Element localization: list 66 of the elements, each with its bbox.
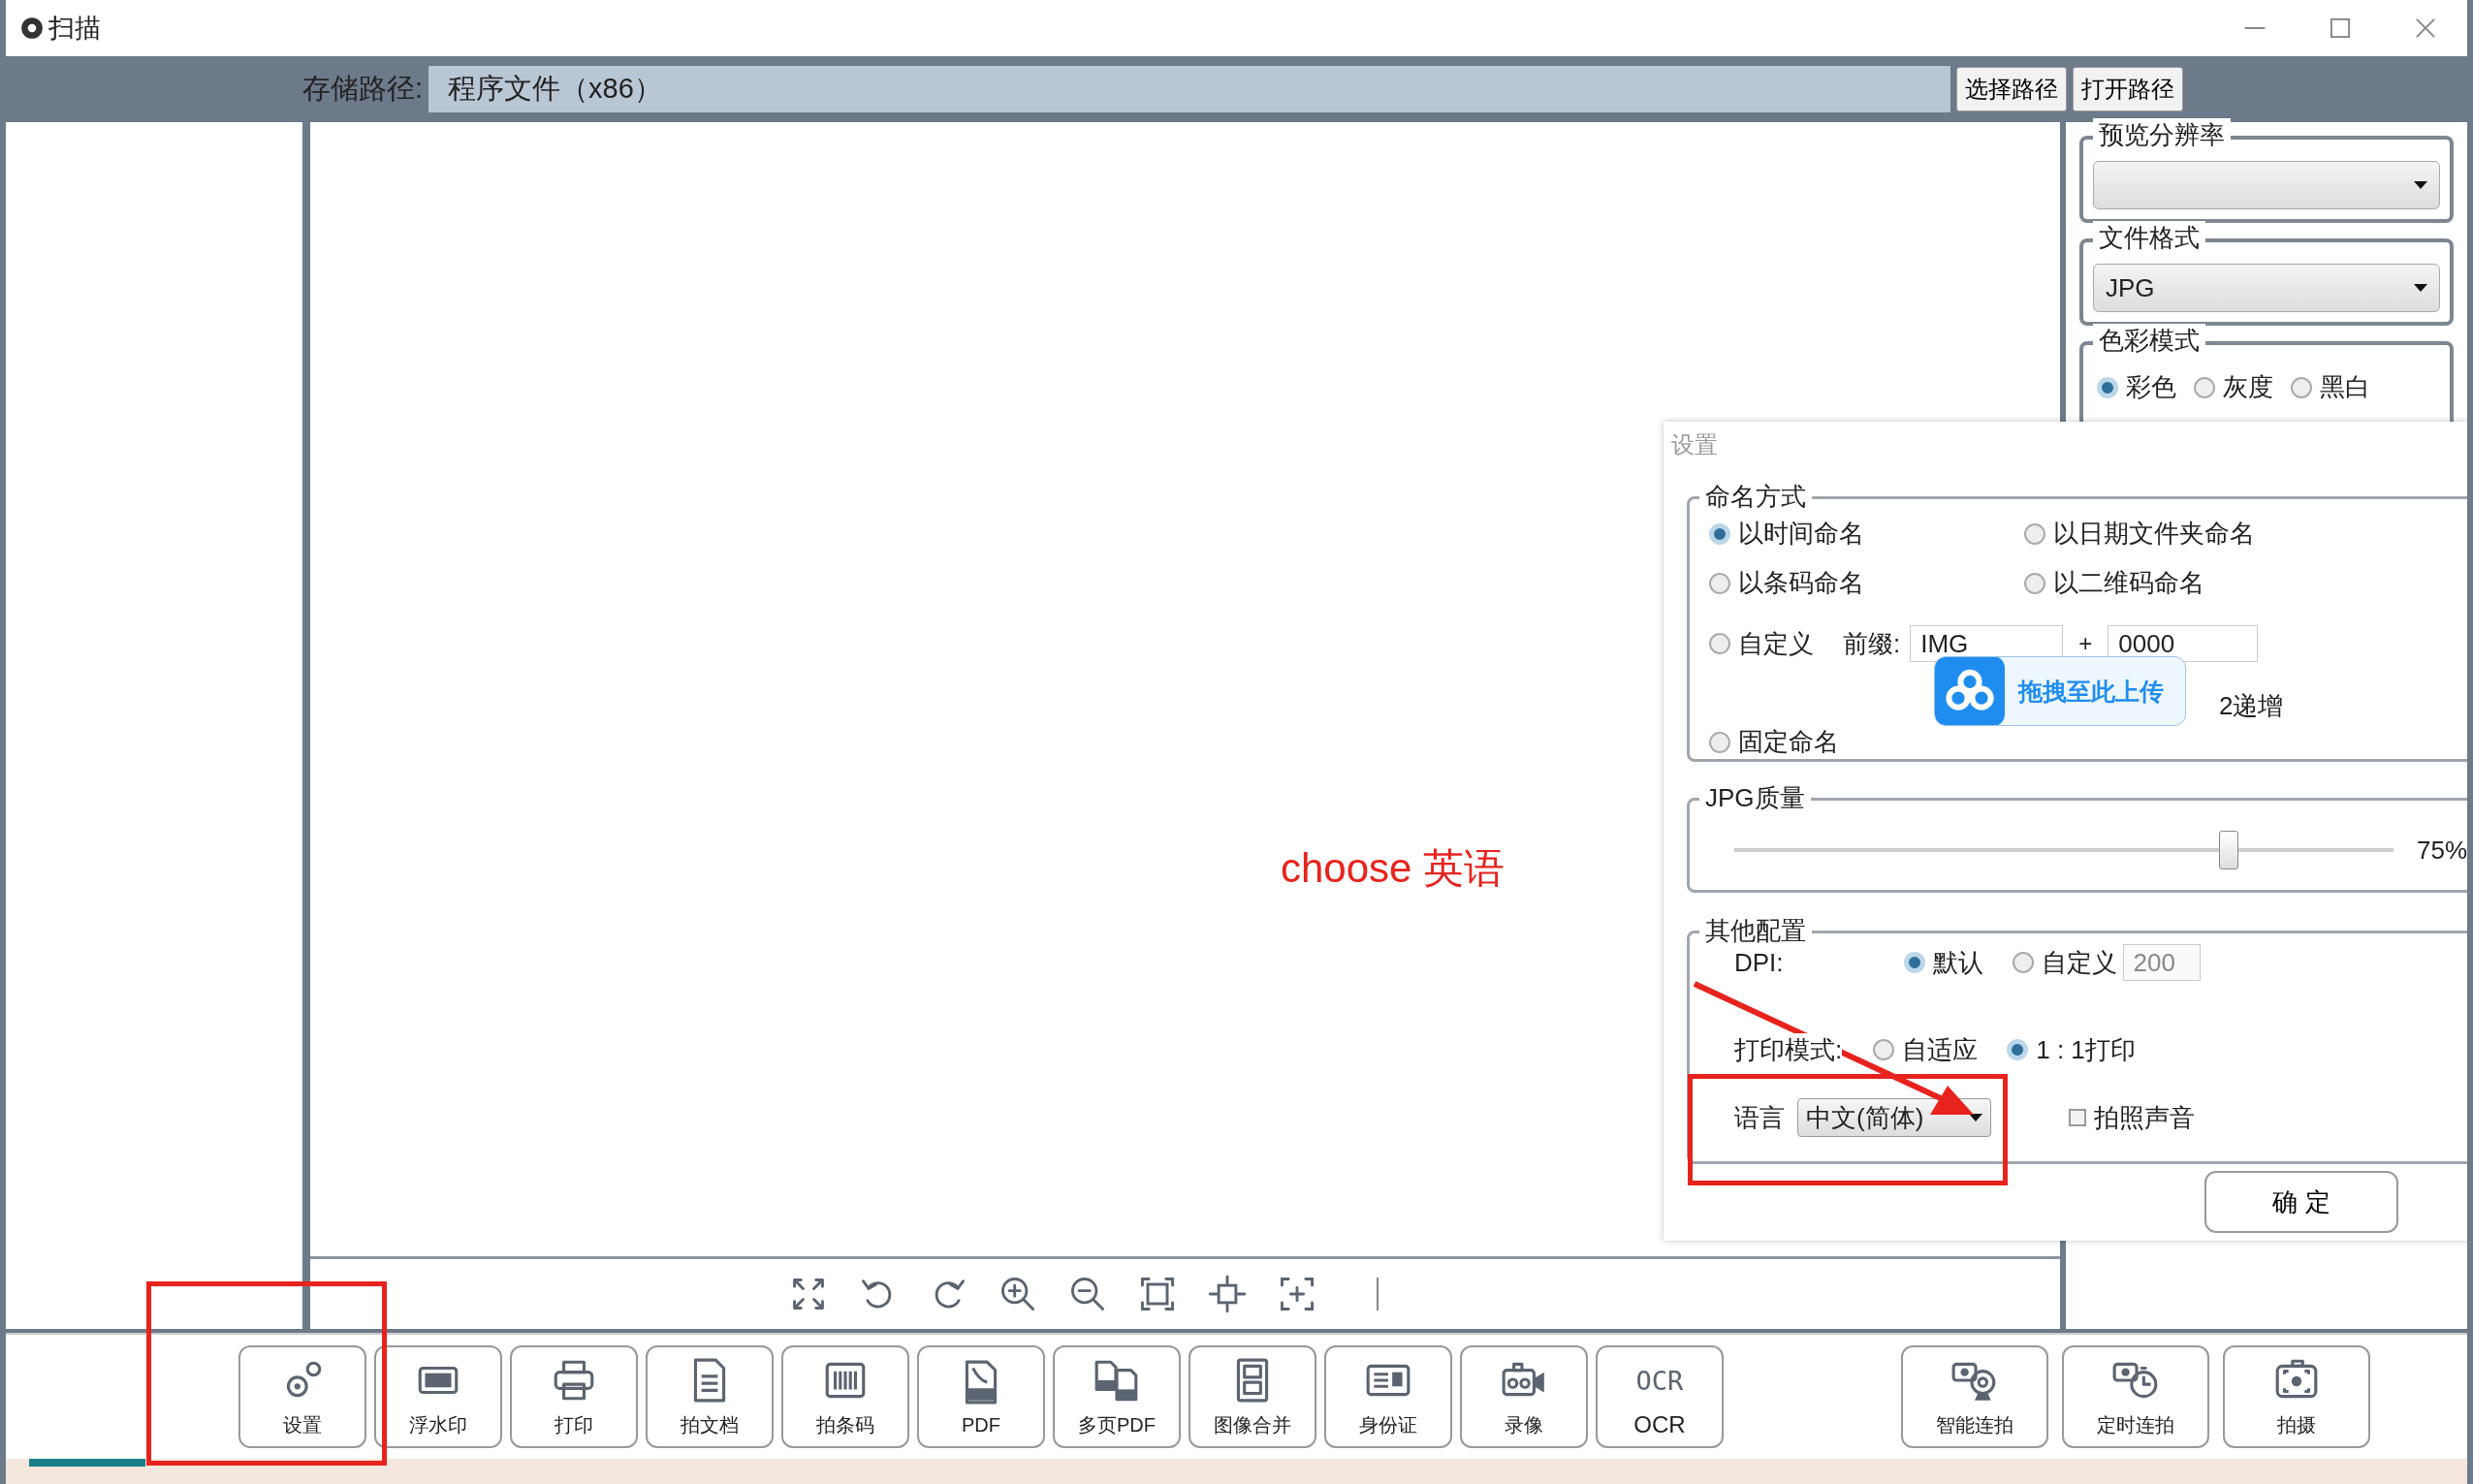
radio-option[interactable]: 1 : 1打印 [2007,1032,2136,1067]
caret-icon [2414,181,2427,189]
toolbar-button[interactable]: 拍摄 [2223,1345,2370,1448]
language-label: 语言 [1734,1101,1786,1134]
toolbar-button[interactable]: 多页PDF [1053,1345,1181,1448]
radio-option[interactable]: 自适应 [1873,1032,1979,1067]
checkbox-option[interactable]: 拍照声音 [2069,1100,2195,1135]
radio-dot[interactable] [1709,572,1730,594]
radio-dot[interactable] [2291,376,2312,398]
radio-dot[interactable] [1873,1039,1895,1060]
toolbar-button[interactable]: 智能连拍 [1901,1345,2048,1448]
dropdown[interactable] [2093,161,2440,209]
window-title: 扫描 [48,13,101,45]
radio-option[interactable]: 固定命名 [1709,725,1839,759]
caret-icon [2414,284,2427,292]
path-field[interactable]: 程序文件（x86） [428,66,1951,112]
radio-dot[interactable] [2024,522,2045,545]
toolbar-button[interactable]: 定时连拍 [2062,1345,2209,1448]
annotation-text: choose 英语 [1281,844,1506,893]
plus-sign: + [2078,630,2093,657]
quality-reading: 75% [2417,835,2467,866]
step-text: 2递增 [2219,691,2284,720]
radio-dot[interactable] [2024,572,2045,594]
close-icon[interactable] [2413,16,2438,41]
fit-center-icon[interactable] [1207,1275,1247,1313]
radio-option[interactable]: 彩色 [2097,370,2176,404]
toolbar-button[interactable]: 拍条码 [781,1345,909,1448]
maximize-icon[interactable] [2328,16,2353,41]
radio-dot[interactable] [1709,731,1730,753]
toolbar-button[interactable]: 打印 [510,1345,638,1448]
radio-dot[interactable] [1903,952,1925,973]
toolbar-button[interactable]: 录像 [1460,1345,1588,1448]
radio-dot[interactable] [1709,633,1730,654]
language-dropdown[interactable]: 中文(简体) [1797,1098,1991,1137]
toolbar-button[interactable]: 浮水印 [374,1345,502,1448]
ok-button[interactable]: 确 定 [2204,1171,2398,1233]
path-button[interactable]: 选择路径 [1956,67,2068,111]
radio-option[interactable]: 灰度 [2194,370,2273,404]
radio-dot[interactable] [2007,1039,2029,1060]
radio-option[interactable]: 以时间命名 [1709,517,2024,551]
ocr-icon: OCR [1633,1355,1686,1404]
path-button[interactable]: 打开路径 [2073,67,2184,111]
radio-dot[interactable] [2194,376,2215,398]
toolbar-button[interactable]: OCR OCR [1596,1345,1724,1448]
radio-dot[interactable] [2097,376,2118,398]
toolbar-button[interactable]: PDF [917,1345,1045,1448]
toolbar-button[interactable]: 身份证 [1324,1345,1452,1448]
app-logo-icon [19,16,45,41]
cloud-icon [1935,657,2005,725]
toolbar-button[interactable]: 图像合并 [1189,1345,1316,1448]
path-label: 存储路径: [302,72,424,106]
prefix-label: 前缀: [1843,627,1901,660]
slider-thumb[interactable] [2219,831,2238,869]
radio-dot[interactable] [1709,522,1730,545]
toolbar-button[interactable]: 拍文档 [646,1345,774,1448]
radio-option[interactable]: 以日期文件夹命名 [2024,517,2315,551]
dialog-title: 设置 [1671,430,1718,459]
radio-option[interactable]: 自定义 [2012,945,2117,980]
toolbar-button[interactable]: 设置 [238,1345,366,1448]
dropdown[interactable]: JPG [2093,264,2440,312]
radio-option[interactable]: 以二维码命名 [2024,566,2315,600]
radio-option[interactable]: 黑白 [2291,370,2370,404]
radio-dot[interactable] [2012,952,2034,973]
radio-option[interactable]: 默认 [1903,945,1983,980]
radio-option[interactable]: 自定义 [1709,626,1814,661]
radio-option[interactable]: 以条码命名 [1709,566,2024,600]
